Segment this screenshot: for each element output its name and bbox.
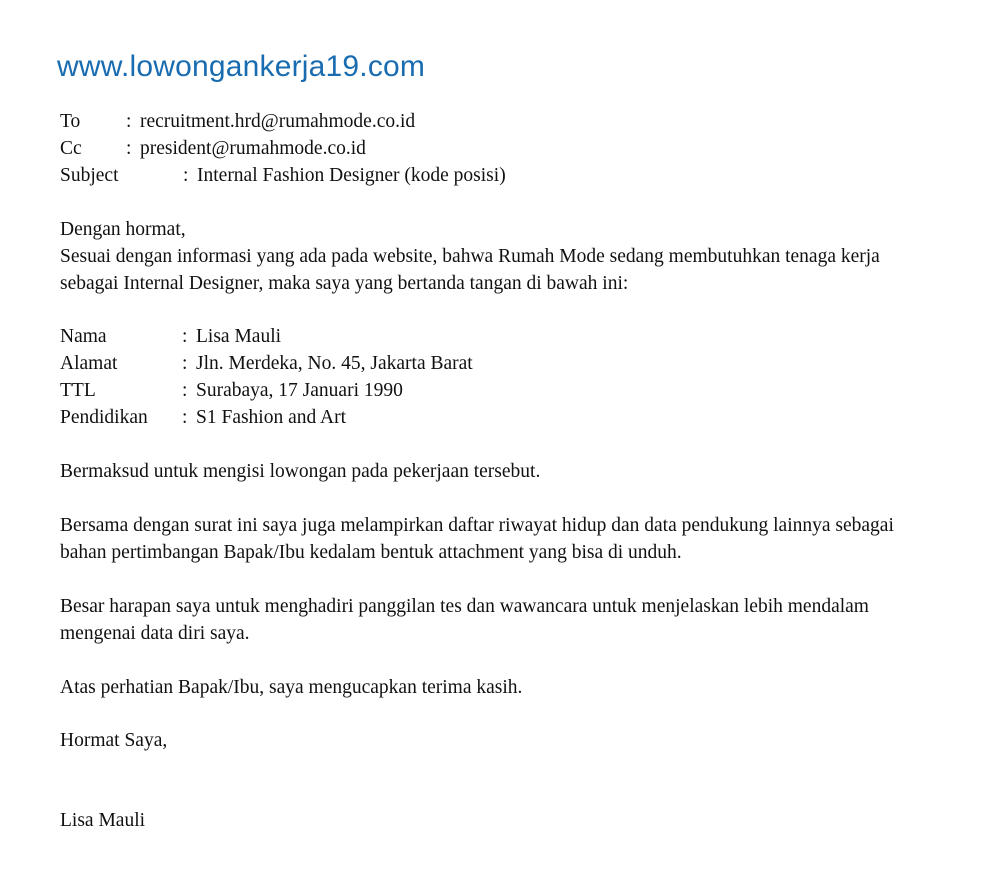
letter-body: To : recruitment.hrd@rumahmode.co.id Cc … — [60, 108, 940, 834]
field-label-subject: Subject — [60, 165, 119, 186]
closing-line: Hormat Saya, — [60, 730, 168, 751]
field-value-nama: Lisa Mauli — [196, 326, 282, 347]
body-paragraph-1: Bermaksud untuk mengisi lowongan pada pe… — [60, 461, 541, 482]
document-page: www.lowongankerja19.com To : recruitment… — [0, 0, 1000, 878]
field-value-to: recruitment.hrd@rumahmode.co.id — [140, 111, 416, 132]
body-paragraph-2: Bersama dengan surat ini saya juga melam… — [60, 515, 894, 563]
field-row-cc: Cc : president@rumahmode.co.id — [60, 135, 940, 162]
field-value-pendidikan: S1 Fashion and Art — [196, 407, 347, 428]
signature-name: Lisa Mauli — [60, 810, 146, 831]
field-separator-alamat: : — [182, 353, 188, 374]
field-row-ttl: TTL : Surabaya, 17 Januari 1990 — [60, 377, 940, 404]
body-paragraph-4: Atas perhatian Bapak/Ibu, saya mengucapk… — [60, 677, 523, 698]
field-row-nama: Nama : Lisa Mauli — [60, 323, 940, 350]
field-separator-ttl: : — [182, 380, 188, 401]
site-url-header: www.lowongankerja19.com — [57, 50, 426, 83]
field-label-to: To — [60, 111, 81, 132]
field-row-alamat: Alamat : Jln. Merdeka, No. 45, Jakarta B… — [60, 350, 940, 377]
field-label-nama: Nama — [60, 326, 107, 347]
field-label-cc: Cc — [60, 138, 82, 159]
field-value-ttl: Surabaya, 17 Januari 1990 — [196, 380, 403, 401]
salutation: Dengan hormat, — [60, 219, 186, 240]
field-value-alamat: Jln. Merdeka, No. 45, Jakarta Barat — [196, 353, 473, 374]
field-row-pendidikan: Pendidikan : S1 Fashion and Art — [60, 404, 940, 431]
intro-paragraph: Sesuai dengan informasi yang ada pada we… — [60, 246, 880, 294]
field-row-to: To : recruitment.hrd@rumahmode.co.id — [60, 108, 940, 135]
personal-data-block: Nama : Lisa Mauli Alamat : Jln. Merdeka,… — [60, 323, 940, 431]
body-paragraph-3: Besar harapan saya untuk menghadiri pang… — [60, 596, 869, 644]
field-label-alamat: Alamat — [60, 353, 118, 374]
email-header-block: To : recruitment.hrd@rumahmode.co.id Cc … — [60, 108, 940, 189]
field-value-cc: president@rumahmode.co.id — [140, 138, 366, 159]
field-separator-nama: : — [182, 326, 188, 347]
field-separator-to: : — [126, 111, 132, 132]
field-separator-pendidikan: : — [182, 407, 188, 428]
field-label-pendidikan: Pendidikan — [60, 407, 148, 428]
signature-space — [60, 754, 940, 807]
field-separator-subject: : — [183, 165, 189, 186]
field-label-ttl: TTL — [60, 380, 96, 401]
field-value-subject: Internal Fashion Designer (kode posisi) — [197, 165, 506, 186]
field-separator-cc: : — [126, 138, 132, 159]
field-row-subject: Subject : Internal Fashion Designer (kod… — [60, 162, 940, 189]
